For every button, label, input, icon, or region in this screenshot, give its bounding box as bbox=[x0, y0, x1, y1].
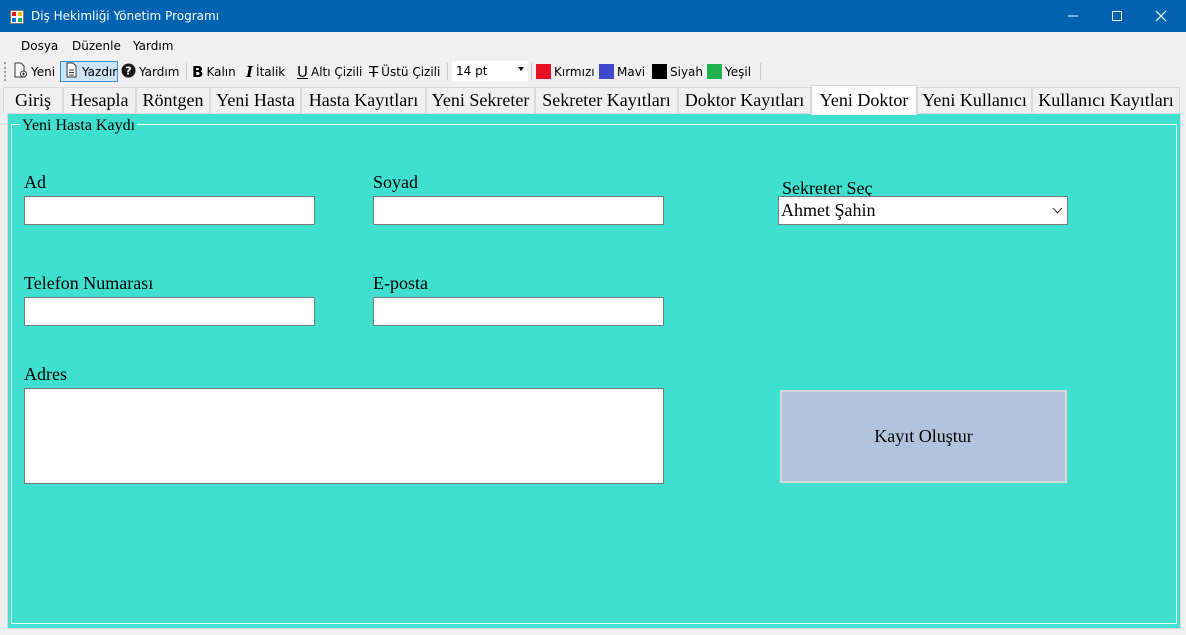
tab-doktor-kayitlari[interactable]: Doktor Kayıtları bbox=[678, 87, 811, 113]
name-input[interactable] bbox=[24, 196, 315, 225]
menu-edit[interactable]: Düzenle bbox=[72, 39, 121, 53]
font-size-dropdown[interactable]: 14 pt bbox=[452, 61, 528, 81]
blue-swatch-icon bbox=[599, 64, 614, 79]
strikethrough-icon: T bbox=[369, 62, 379, 81]
surname-input[interactable] bbox=[373, 196, 664, 225]
tab-hasta-kayitlari[interactable]: Hasta Kayıtları bbox=[301, 87, 426, 113]
tab-yeni-doktor[interactable]: Yeni Doktor bbox=[811, 85, 917, 115]
underline-button[interactable]: U Altı Çizili bbox=[297, 61, 362, 82]
menu-file[interactable]: Dosya bbox=[21, 39, 58, 53]
address-label: Adres bbox=[24, 364, 67, 384]
blue-color-button[interactable]: Mavi bbox=[599, 61, 645, 82]
tab-giris[interactable]: Giriş bbox=[3, 87, 63, 113]
new-document-icon bbox=[12, 62, 28, 81]
window-title: Diş Hekimliği Yönetim Programı bbox=[31, 9, 220, 23]
tab-hesapla[interactable]: Hesapla bbox=[63, 87, 136, 113]
surname-label: Soyad bbox=[373, 172, 418, 192]
strikethrough-button[interactable]: T Üstü Çizili bbox=[369, 61, 440, 82]
tab-yeni-sekreter[interactable]: Yeni Sekreter bbox=[426, 87, 535, 113]
tab-strip: Giriş Hesapla Röntgen Yeni Hasta Hasta K… bbox=[3, 85, 1183, 115]
help-button[interactable]: ? Yardım bbox=[121, 61, 179, 82]
toolbar-separator bbox=[760, 63, 761, 80]
new-button[interactable]: Yeni bbox=[12, 61, 55, 82]
tab-content-panel: Yeni Hasta Kaydı Ad Soyad Sekreter Seç A… bbox=[7, 113, 1181, 629]
print-button[interactable]: Yazdır bbox=[60, 61, 118, 82]
secretary-select[interactable]: Ahmet Şahin bbox=[778, 196, 1068, 225]
chevron-down-icon bbox=[1052, 203, 1063, 214]
toolbar-separator bbox=[186, 63, 187, 80]
red-swatch-icon bbox=[536, 64, 551, 79]
font-size-value: 14 pt bbox=[456, 64, 488, 78]
underline-icon: U bbox=[297, 62, 308, 81]
svg-text:?: ? bbox=[125, 64, 131, 77]
phone-input[interactable] bbox=[24, 297, 315, 326]
toolbar-grip[interactable] bbox=[4, 62, 9, 81]
create-record-button[interactable]: Kayıt Oluştur bbox=[780, 390, 1067, 483]
email-input[interactable] bbox=[373, 297, 664, 326]
bold-button[interactable]: B Kalın bbox=[192, 61, 236, 82]
toolbar-separator bbox=[531, 63, 532, 80]
tab-yeni-hasta[interactable]: Yeni Hasta bbox=[210, 87, 301, 113]
green-color-button[interactable]: Yeşil bbox=[707, 61, 751, 82]
toolbar: Yeni Yazdır ? Yardım B Kalın I İtalik U … bbox=[0, 58, 1186, 85]
tab-rontgen[interactable]: Röntgen bbox=[136, 87, 210, 113]
tab-yeni-kullanici[interactable]: Yeni Kullanıcı bbox=[917, 87, 1032, 113]
menu-help[interactable]: Yardım bbox=[133, 39, 173, 53]
title-bar: Diş Hekimliği Yönetim Programı bbox=[0, 0, 1186, 32]
help-icon: ? bbox=[121, 63, 136, 81]
dropdown-arrow-icon bbox=[518, 67, 524, 71]
address-textarea[interactable] bbox=[24, 388, 664, 484]
group-title: Yeni Hasta Kaydı bbox=[20, 117, 138, 135]
maximize-icon[interactable] bbox=[1094, 0, 1140, 32]
menu-bar: Dosya Düzenle Yardım bbox=[0, 32, 1186, 58]
bold-icon: B bbox=[192, 62, 204, 81]
secretary-selected-value: Ahmet Şahin bbox=[781, 200, 876, 220]
name-label: Ad bbox=[24, 172, 46, 192]
app-icon bbox=[10, 9, 24, 24]
italic-icon: I bbox=[246, 62, 254, 81]
black-swatch-icon bbox=[652, 64, 667, 79]
black-color-button[interactable]: Siyah bbox=[652, 61, 703, 82]
green-swatch-icon bbox=[707, 64, 722, 79]
tab-sekreter-kayitlari[interactable]: Sekreter Kayıtları bbox=[535, 87, 678, 113]
phone-label: Telefon Numarası bbox=[24, 273, 154, 293]
close-icon[interactable] bbox=[1138, 0, 1184, 32]
toolbar-separator bbox=[447, 63, 448, 80]
italic-button[interactable]: I İtalik bbox=[246, 61, 285, 82]
tab-kullanici-kayitlari[interactable]: Kullanıcı Kayıtları bbox=[1032, 87, 1180, 113]
email-label: E-posta bbox=[373, 273, 428, 293]
minimize-icon[interactable] bbox=[1050, 0, 1096, 32]
red-color-button[interactable]: Kırmızı bbox=[536, 61, 595, 82]
print-icon bbox=[63, 62, 79, 81]
